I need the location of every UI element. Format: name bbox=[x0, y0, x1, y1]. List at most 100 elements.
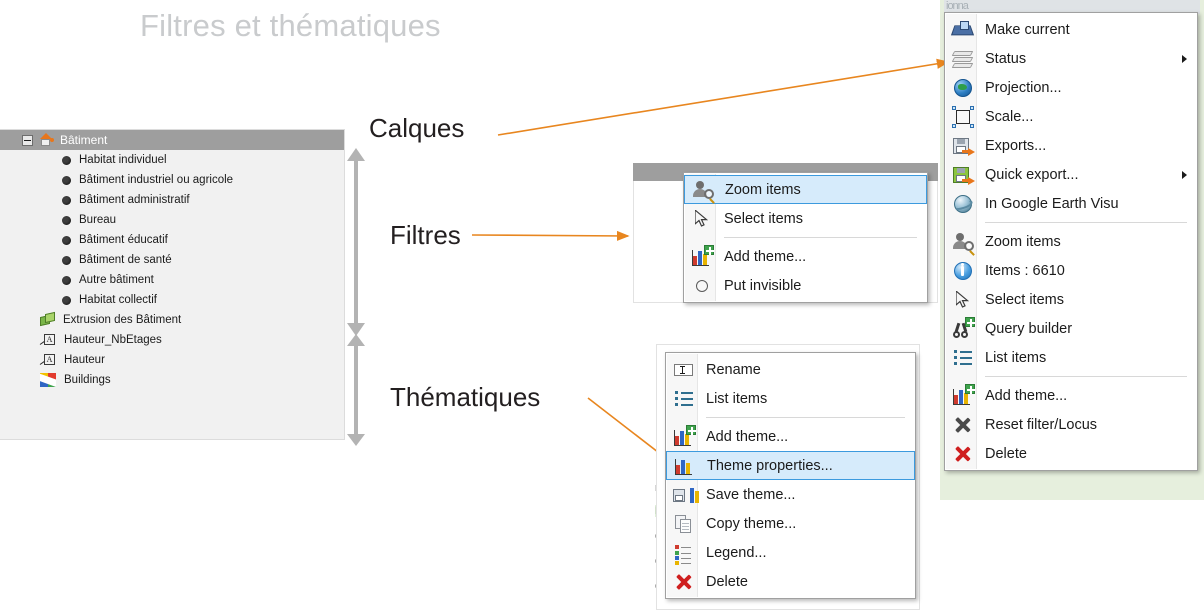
menu-item-add-theme[interactable]: Add theme... bbox=[945, 381, 1197, 410]
layer-tree-panel[interactable]: Bâtiment Habitat individuel Bâtiment indu… bbox=[0, 129, 345, 440]
tree-row[interactable]: Habitat collectif bbox=[0, 290, 344, 310]
arrow-calques bbox=[497, 58, 950, 136]
menu-item-projection[interactable]: Projection... bbox=[945, 73, 1197, 102]
menu-item-label: Theme properties... bbox=[707, 457, 833, 474]
page-title: Filtres et thématiques bbox=[140, 8, 441, 43]
filter-context-menu[interactable]: Zoom items Select items Add theme... Put in… bbox=[683, 172, 928, 303]
layer-context-menu[interactable]: Make current Status Projection... Scale... E… bbox=[944, 12, 1198, 471]
menu-item-label: Query builder bbox=[985, 320, 1073, 337]
menu-item-items-6610[interactable]: Items : 6610 bbox=[945, 256, 1197, 285]
menu-item-list-items[interactable]: List items bbox=[945, 343, 1197, 372]
add-theme-icon bbox=[672, 424, 696, 449]
menu-item-rename[interactable]: Rename bbox=[666, 355, 915, 384]
range-arrow-calques bbox=[347, 148, 365, 336]
extrusion-icon bbox=[40, 311, 55, 327]
menu-item-theme-properties[interactable]: Theme properties... bbox=[666, 451, 915, 480]
annotation-label-thematiques: Thématiques bbox=[390, 382, 541, 412]
tree-row[interactable]: Habitat individuel bbox=[0, 150, 344, 170]
tree-row[interactable]: Bâtiment éducatif bbox=[0, 230, 344, 250]
make-current-icon bbox=[950, 18, 975, 42]
menu-item-label: Rename bbox=[706, 361, 761, 378]
add-theme-icon bbox=[690, 244, 714, 269]
bullet-icon bbox=[62, 295, 71, 305]
menu-item-label: Legend... bbox=[706, 544, 767, 561]
submenu-chevron-right-icon bbox=[1182, 54, 1187, 63]
theme-context-menu[interactable]: Rename List items Add theme... Theme proper… bbox=[665, 352, 916, 599]
theme-props-icon bbox=[673, 454, 697, 478]
tree-row-label: Bâtiment industriel ou agricole bbox=[79, 174, 234, 186]
menu-separator bbox=[985, 376, 1187, 377]
menu-item-select-items[interactable]: Select items bbox=[684, 204, 927, 233]
tree-row-label: Extrusion des Bâtiment bbox=[63, 314, 182, 326]
label-annotation-icon: A bbox=[39, 353, 56, 367]
tree-item-list: Habitat individuel Bâtiment industriel ou… bbox=[0, 150, 344, 390]
zoom-items-icon bbox=[691, 178, 715, 204]
list-items-icon bbox=[951, 346, 975, 370]
menu-item-label: Quick export... bbox=[985, 166, 1079, 183]
export-floppy-icon bbox=[951, 134, 975, 158]
menu-item-make-current[interactable]: Make current bbox=[945, 15, 1197, 44]
bullet-icon bbox=[62, 195, 71, 205]
tree-row[interactable]: Extrusion des Bâtiment bbox=[0, 310, 344, 330]
menu-item-label: Select items bbox=[985, 291, 1064, 308]
query-builder-icon bbox=[951, 316, 975, 341]
annotation-label-filtres: Filtres bbox=[390, 220, 461, 250]
tree-row[interactable]: Autre bâtiment bbox=[0, 270, 344, 290]
cursor-icon bbox=[690, 207, 714, 231]
menu-item-list-items[interactable]: List items bbox=[666, 384, 915, 413]
tree-row[interactable]: Bâtiment industriel ou agricole bbox=[0, 170, 344, 190]
menu-item-add-theme[interactable]: Add theme... bbox=[684, 242, 927, 271]
menu-item-zoom-items[interactable]: Zoom items bbox=[945, 227, 1197, 256]
buildings-theme-icon bbox=[40, 373, 56, 387]
menu-item-in-google-earth-visu[interactable]: In Google Earth Visu bbox=[945, 189, 1197, 218]
menu-item-copy-theme[interactable]: Copy theme... bbox=[666, 509, 915, 538]
collapse-expander-icon[interactable] bbox=[22, 134, 33, 146]
tree-row-label: Autre bâtiment bbox=[79, 274, 154, 286]
info-icon bbox=[951, 259, 975, 283]
tree-row-label: Hauteur_NbEtages bbox=[64, 334, 162, 346]
menu-item-label: Projection... bbox=[985, 79, 1062, 96]
quick-export-icon bbox=[951, 163, 975, 187]
save-theme-icon bbox=[672, 483, 699, 507]
tree-row[interactable]: A Hauteur_NbEtages bbox=[0, 330, 344, 350]
tree-row[interactable]: Bureau bbox=[0, 210, 344, 230]
menu-item-delete[interactable]: Delete bbox=[945, 439, 1197, 468]
menu-item-reset-filter-locus[interactable]: Reset filter/Locus bbox=[945, 410, 1197, 439]
bullet-icon bbox=[62, 215, 71, 225]
menu-item-label: Zoom items bbox=[725, 181, 801, 198]
bullet-icon bbox=[62, 155, 71, 165]
tree-header-row-batiment[interactable]: Bâtiment bbox=[0, 130, 344, 150]
menu-item-select-items[interactable]: Select items bbox=[945, 285, 1197, 314]
menu-item-label: Add theme... bbox=[706, 428, 789, 445]
tree-row[interactable]: Bâtiment de santé bbox=[0, 250, 344, 270]
menu-item-query-builder[interactable]: Query builder bbox=[945, 314, 1197, 343]
menu-item-delete[interactable]: Delete bbox=[666, 567, 915, 596]
tree-row-label: Bâtiment de santé bbox=[79, 254, 172, 266]
label-annotation-icon: A bbox=[39, 333, 56, 347]
menu-item-zoom-items[interactable]: Zoom items bbox=[684, 175, 927, 204]
tree-header-label: Bâtiment bbox=[60, 133, 108, 147]
menu-item-legend[interactable]: Legend... bbox=[666, 538, 915, 567]
arrow-filtres bbox=[471, 230, 630, 242]
cursor-icon bbox=[951, 288, 975, 312]
menu-item-label: Status bbox=[985, 50, 1027, 67]
tree-row-label: Bâtiment éducatif bbox=[79, 234, 168, 246]
menu-item-scale[interactable]: Scale... bbox=[945, 102, 1197, 131]
tree-row-label: Hauteur bbox=[64, 354, 105, 366]
menu-item-label: List items bbox=[706, 390, 768, 407]
menu-item-status[interactable]: Status bbox=[945, 44, 1197, 73]
menu-item-put-invisible[interactable]: Put invisible bbox=[684, 271, 927, 300]
tree-row-label: Bâtiment administratif bbox=[79, 194, 190, 206]
x-red-icon bbox=[672, 570, 696, 594]
menu-item-exports[interactable]: Exports... bbox=[945, 131, 1197, 160]
tree-row[interactable]: A Hauteur bbox=[0, 350, 344, 370]
menu-item-save-theme[interactable]: Save theme... bbox=[666, 480, 915, 509]
menu-item-add-theme[interactable]: Add theme... bbox=[666, 422, 915, 451]
tree-row[interactable]: Buildings bbox=[0, 370, 344, 390]
menu-item-label: Put invisible bbox=[724, 277, 802, 294]
range-arrow-thematiques bbox=[347, 334, 365, 446]
menu-item-quick-export[interactable]: Quick export... bbox=[945, 160, 1197, 189]
google-earth-icon bbox=[951, 192, 975, 216]
zoom-items-icon bbox=[951, 230, 975, 256]
tree-row[interactable]: Bâtiment administratif bbox=[0, 190, 344, 210]
